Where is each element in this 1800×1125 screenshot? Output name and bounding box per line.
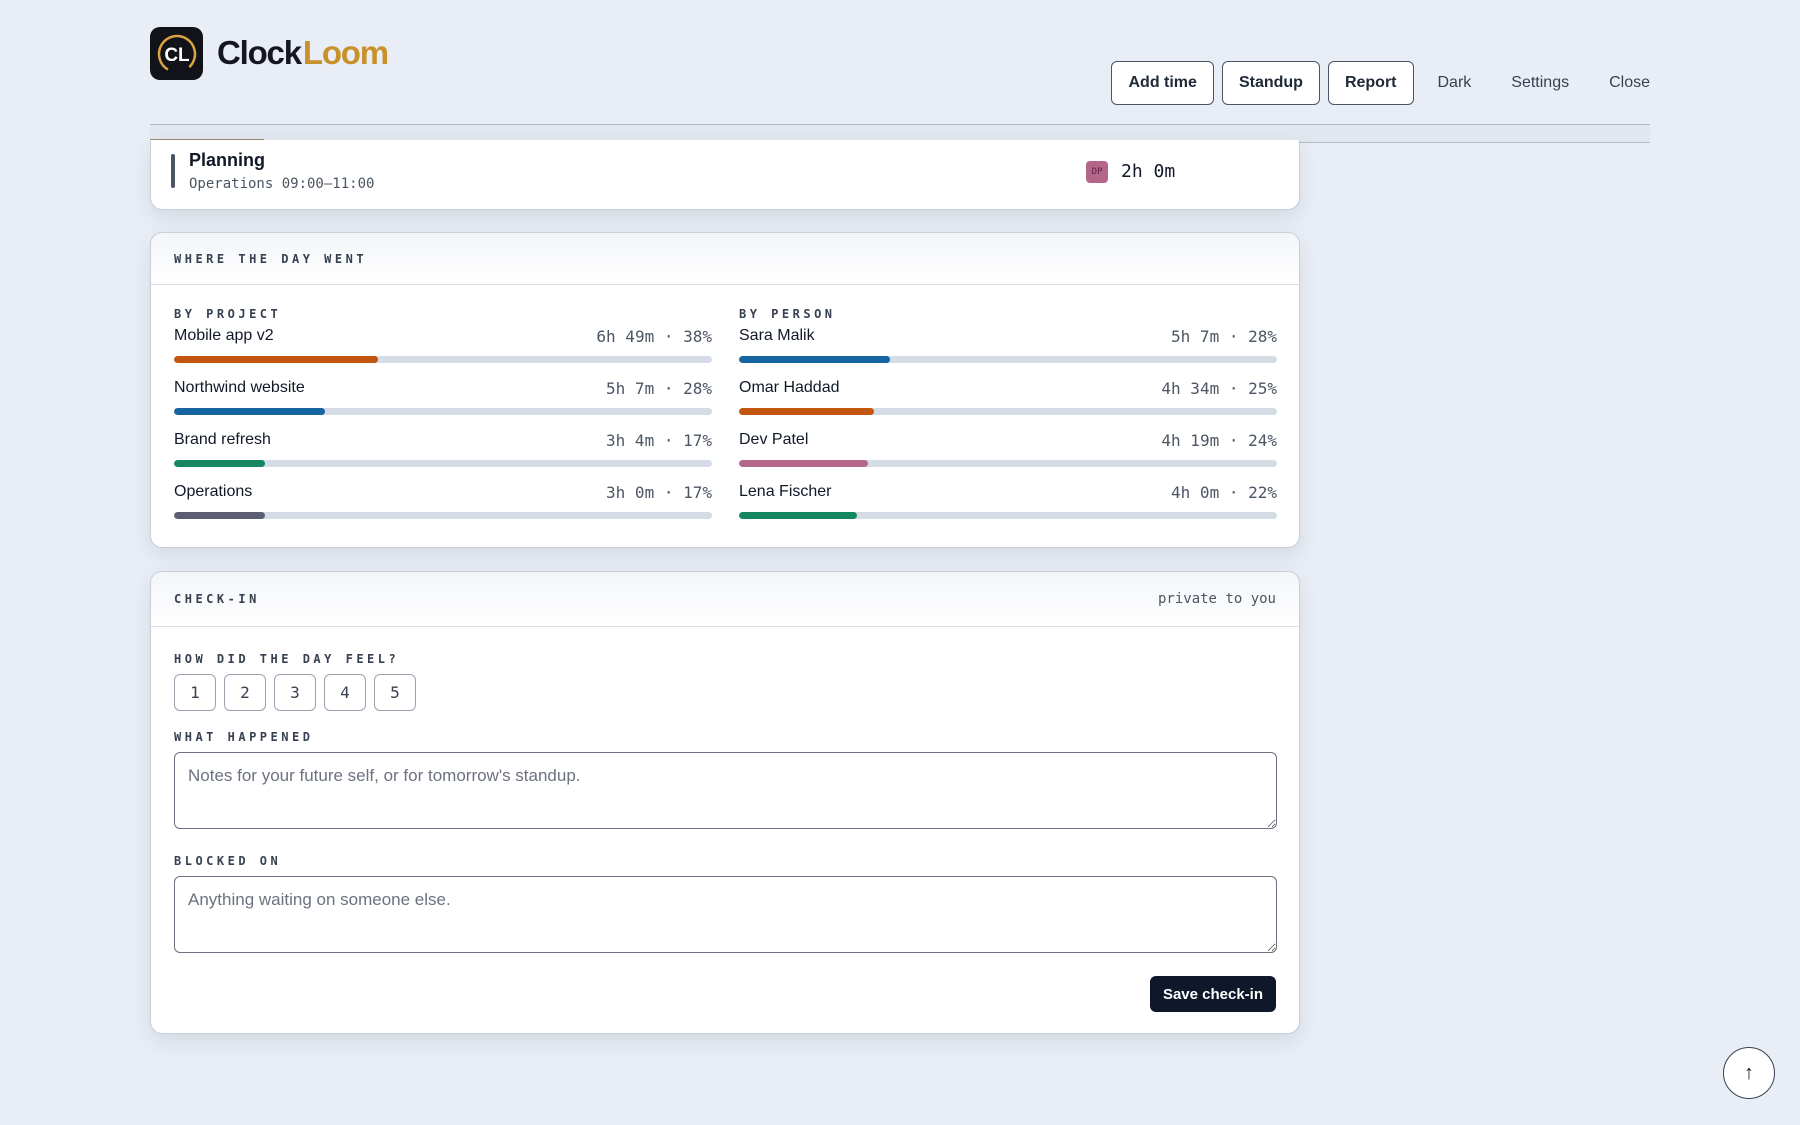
- progress-fill: [174, 408, 325, 415]
- progress-fill: [739, 512, 858, 519]
- dark-mode-link[interactable]: Dark: [1438, 74, 1472, 92]
- breakdown-row-value: 5h 7m · 28%: [606, 379, 712, 398]
- app-name-part2: Loom: [302, 34, 389, 71]
- breakdown-row-value: 3h 0m · 17%: [606, 483, 712, 502]
- breakdown-row-value: 3h 4m · 17%: [606, 431, 712, 450]
- breakdown-row: Brand refresh 3h 4m · 17%: [174, 429, 712, 481]
- entry-color-bar: [171, 154, 175, 188]
- breakdown-header: WHERE THE DAY WENT: [151, 233, 1299, 285]
- standup-button[interactable]: Standup: [1221, 61, 1320, 105]
- feel-option-1[interactable]: 1: [174, 674, 216, 711]
- happened-label: WHAT HAPPENED: [174, 730, 314, 744]
- progress-fill: [174, 460, 266, 467]
- breakdown-row-value: 4h 34m · 25%: [1161, 379, 1277, 398]
- by-project-column: BY PROJECT Mobile app v2 6h 49m · 38% Nort…: [174, 307, 712, 533]
- breakdown-row-name: Dev Patel: [739, 431, 809, 448]
- breakdown-row-value: 4h 19m · 24%: [1161, 431, 1277, 450]
- progress-track: [174, 512, 712, 519]
- progress-track: [174, 408, 712, 415]
- by-person-column: BY PERSON Sara Malik 5h 7m · 28% Omar Hadd…: [739, 307, 1277, 533]
- progress-fill: [174, 512, 266, 519]
- add-time-button[interactable]: Add time: [1111, 61, 1214, 105]
- avatar: DP: [1086, 161, 1108, 183]
- progress-track: [739, 512, 1277, 519]
- feel-option-5[interactable]: 5: [374, 674, 416, 711]
- breakdown-row-name: Mobile app v2: [174, 327, 274, 344]
- breakdown-row-name: Lena Fischer: [739, 483, 832, 500]
- breakdown-row: Mobile app v2 6h 49m · 38%: [174, 325, 712, 377]
- breakdown-row-name: Brand refresh: [174, 431, 271, 448]
- app-name: ClockLoom: [217, 34, 389, 72]
- entry-subtitle: Operations 09:00–11:00: [189, 176, 375, 192]
- feel-label: HOW DID THE DAY FEEL?: [174, 652, 400, 666]
- settings-link[interactable]: Settings: [1511, 74, 1569, 92]
- progress-track: [739, 356, 1277, 363]
- breakdown-row-name: Northwind website: [174, 379, 305, 396]
- breakdown-row: Dev Patel 4h 19m · 24%: [739, 429, 1277, 481]
- breakdown-row-value: 5h 7m · 28%: [1171, 327, 1277, 346]
- breakdown-row: Sara Malik 5h 7m · 28%: [739, 325, 1277, 377]
- checkin-heading: CHECK-IN: [174, 592, 260, 606]
- entry-duration: 2h 0m: [1121, 161, 1176, 182]
- breakdown-heading: WHERE THE DAY WENT: [174, 251, 368, 266]
- breakdown-card: WHERE THE DAY WENT BY PROJECT Mobile app…: [150, 232, 1300, 548]
- by-person-label: BY PERSON: [739, 307, 836, 321]
- time-entry-card[interactable]: Planning Operations 09:00–11:00 DP 2h 0m: [150, 140, 1300, 210]
- close-link[interactable]: Close: [1609, 74, 1650, 92]
- progress-track: [174, 460, 712, 467]
- progress-track: [739, 408, 1277, 415]
- report-button[interactable]: Report: [1327, 61, 1414, 105]
- breakdown-row-value: 6h 49m · 38%: [596, 327, 712, 346]
- top-nav: Add time Standup Report Dark Settings Cl…: [1103, 61, 1650, 105]
- blocked-on-input[interactable]: [174, 876, 1277, 953]
- arrow-up-icon: ↑: [1744, 1061, 1754, 1084]
- feel-option-4[interactable]: 4: [324, 674, 366, 711]
- by-project-label: BY PROJECT: [174, 307, 282, 321]
- what-happened-input[interactable]: [174, 752, 1277, 829]
- blocked-label: BLOCKED ON: [174, 854, 282, 868]
- breakdown-row: Northwind website 5h 7m · 28%: [174, 377, 712, 429]
- checkin-header: CHECK-IN private to you: [151, 572, 1299, 627]
- progress-track: [174, 356, 712, 363]
- breakdown-row-name: Operations: [174, 483, 253, 500]
- app-name-part1: Clock: [217, 34, 302, 71]
- progress-track: [739, 460, 1277, 467]
- progress-fill: [739, 408, 874, 415]
- scroll-top-button[interactable]: ↑: [1723, 1047, 1775, 1099]
- progress-fill: [739, 356, 890, 363]
- breakdown-row: Lena Fischer 4h 0m · 22%: [739, 481, 1277, 533]
- breakdown-row-value: 4h 0m · 22%: [1171, 483, 1277, 502]
- privacy-note: private to you: [1157, 591, 1276, 607]
- feel-option-3[interactable]: 3: [274, 674, 316, 711]
- progress-fill: [739, 460, 869, 467]
- breakdown-row-name: Sara Malik: [739, 327, 815, 344]
- logo-clock-icon: CL: [157, 34, 196, 73]
- progress-fill: [174, 356, 379, 363]
- breakdown-row: Omar Haddad 4h 34m · 25%: [739, 377, 1277, 429]
- breakdown-row: Operations 3h 0m · 17%: [174, 481, 712, 533]
- save-checkin-button[interactable]: Save check-in: [1149, 976, 1276, 1012]
- svg-text:CL: CL: [164, 45, 190, 66]
- app-header: CL ClockLoom Add time Standup Report Dar…: [150, 0, 1650, 125]
- checkin-card: CHECK-IN private to you HOW DID THE DAY …: [150, 571, 1300, 1034]
- clockloom-logo-icon: CL: [150, 27, 203, 80]
- feel-rating: 12345: [174, 674, 424, 711]
- breakdown-row-name: Omar Haddad: [739, 379, 840, 396]
- feel-option-2[interactable]: 2: [224, 674, 266, 711]
- entry-title: Planning: [189, 150, 265, 170]
